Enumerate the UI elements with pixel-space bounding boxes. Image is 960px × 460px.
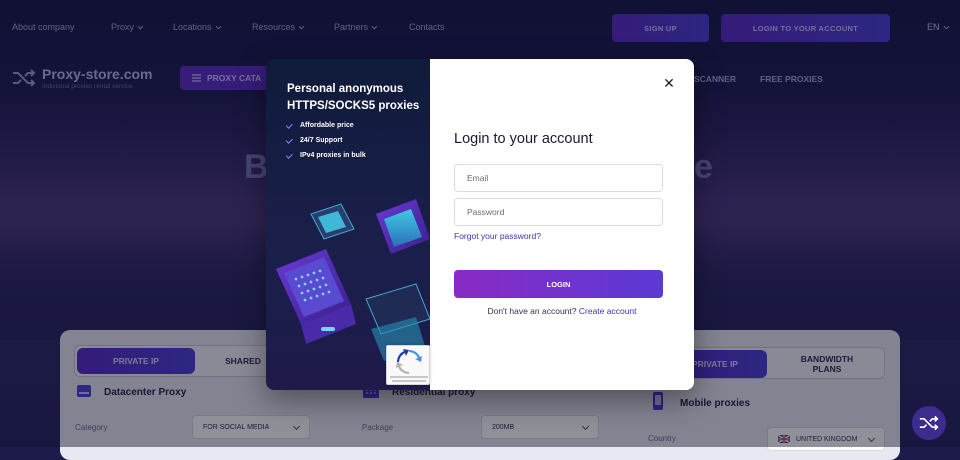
check-icon <box>285 151 293 159</box>
feature-label: IPv4 proxies in bulk <box>300 152 366 159</box>
feature-item: 24/7 Support <box>285 136 430 144</box>
login-button[interactable]: LOGIN <box>454 270 663 298</box>
email-field[interactable]: Email <box>454 164 663 192</box>
feature-label: Affordable price <box>300 122 354 129</box>
close-icon[interactable]: ✕ <box>663 76 675 90</box>
feature-label: 24/7 Support <box>300 137 343 144</box>
recaptcha-caption <box>390 376 428 378</box>
create-account-link[interactable]: Create account <box>579 306 637 316</box>
promo-title: Personal anonymous HTTPS/SOCKS5 proxies <box>287 83 420 112</box>
login-modal: Personal anonymous HTTPS/SOCKS5 proxies … <box>266 59 694 390</box>
floating-action-button[interactable] <box>912 406 946 440</box>
shuffle-icon <box>919 415 939 431</box>
recaptcha-icon <box>396 349 422 375</box>
recaptcha-caption <box>392 380 426 382</box>
login-form-panel: ✕ Login to your account Email Password F… <box>430 59 694 390</box>
no-account-label: Don't have an account? <box>487 306 577 316</box>
feature-item: IPv4 proxies in bulk <box>285 151 430 159</box>
no-account-text: Don't have an account? Create account <box>430 306 694 316</box>
check-icon <box>285 121 293 129</box>
recaptcha-badge[interactable] <box>386 345 430 385</box>
forgot-password-link[interactable]: Forgot your password? <box>454 231 541 241</box>
promo-panel: Personal anonymous HTTPS/SOCKS5 proxies … <box>266 59 430 390</box>
login-heading: Login to your account <box>454 131 593 147</box>
password-field[interactable]: Password <box>454 198 663 226</box>
feature-item: Affordable price <box>285 121 430 129</box>
check-icon <box>285 136 293 144</box>
